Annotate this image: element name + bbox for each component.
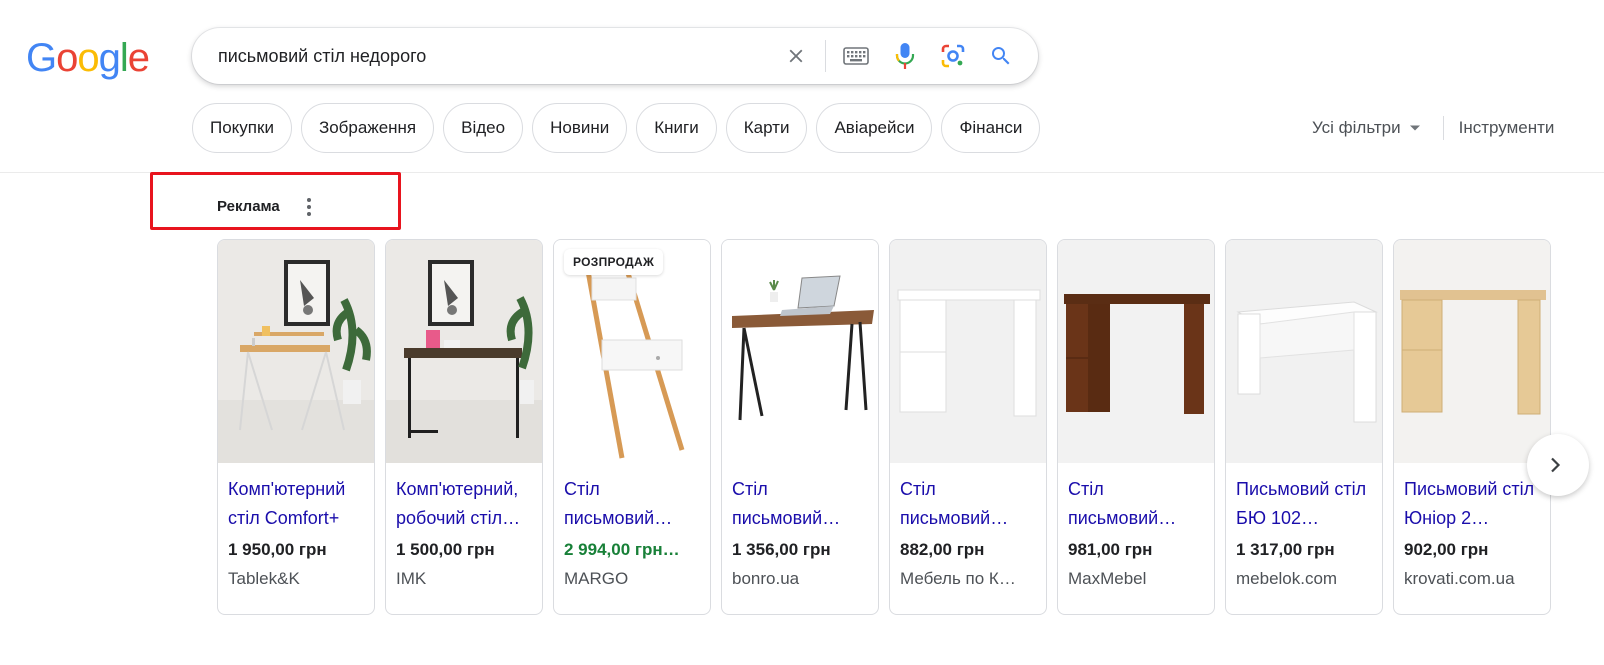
chip-books[interactable]: Книги: [636, 103, 717, 153]
clear-icon[interactable]: [780, 40, 812, 72]
more-vert-icon[interactable]: [301, 197, 317, 217]
walnut-desk-photo[interactable]: [1058, 240, 1214, 463]
product-store: bonro.ua: [732, 569, 800, 588]
white-simple-desk-photo[interactable]: [1226, 240, 1382, 463]
tools-divider: [1442, 116, 1444, 140]
chip-maps[interactable]: Карти: [725, 103, 808, 153]
product-card[interactable]: Письмовий стіл Юніор 2… 902,00 грн krova…: [1393, 239, 1551, 615]
chip-images[interactable]: Зображення: [300, 103, 435, 153]
product-store: IMK: [396, 569, 427, 588]
search-tools: Усі фільтри Інструменти: [1312, 103, 1554, 153]
carousel-next-button[interactable]: [1527, 434, 1589, 496]
desk-comfort-photo[interactable]: [218, 240, 374, 463]
product-title[interactable]: Стіл письмовий…: [732, 475, 868, 533]
product-price: 902,00 грн: [1404, 540, 1489, 559]
search-input[interactable]: письмовий стіл недорого: [218, 28, 426, 84]
product-store: Мебель по К…: [900, 569, 1016, 588]
filter-chips: Покупки Зображення Відео Новини Книги Ка…: [192, 103, 1041, 153]
product-store: krovati.com.ua: [1404, 569, 1515, 588]
logo-letter: l: [119, 36, 129, 80]
chip-finance[interactable]: Фінанси: [941, 103, 1041, 153]
product-price: 1 950,00 грн: [228, 540, 327, 559]
product-price: 1 500,00 грн: [396, 540, 495, 559]
search-icon[interactable]: [985, 40, 1017, 72]
product-title[interactable]: Письмовий стіл БЮ 102…: [1236, 475, 1372, 533]
tools-button[interactable]: Інструменти: [1459, 118, 1555, 138]
shopping-ads-carousel: Комп'ютерний стіл Comfort+ 1 950,00 грн …: [217, 239, 1551, 615]
product-title[interactable]: Стіл письмовий…: [564, 475, 700, 533]
keyboard-icon[interactable]: [840, 40, 872, 72]
laptop-desk-photo[interactable]: [722, 240, 878, 463]
chip-flights[interactable]: Авіарейси: [816, 103, 933, 153]
product-store: Tablek&K: [228, 569, 300, 588]
ad-label: Реклама: [217, 198, 280, 215]
microphone-icon[interactable]: [889, 40, 921, 72]
oak-desk-photo[interactable]: [1394, 240, 1550, 463]
logo-letter: e: [127, 36, 150, 80]
chip-shopping[interactable]: Покупки: [192, 103, 292, 153]
search-box[interactable]: письмовий стіл недорого: [192, 28, 1038, 84]
product-card[interactable]: Комп'ютерний, робочий стіл… 1 500,00 грн…: [385, 239, 543, 615]
logo-letter: g: [98, 36, 121, 80]
google-logo[interactable]: Google: [26, 36, 150, 80]
chip-news[interactable]: Новини: [532, 103, 628, 153]
all-filters-label: Усі фільтри: [1312, 118, 1401, 137]
white-desk-photo[interactable]: [890, 240, 1046, 463]
product-store: MARGO: [564, 569, 629, 588]
chip-videos[interactable]: Відео: [443, 103, 524, 153]
search-divider: [825, 40, 826, 72]
product-card[interactable]: Стіл письмовий… 1 356,00 грн bonro.ua: [721, 239, 879, 615]
product-title[interactable]: Письмовий стіл Юніор 2…: [1404, 475, 1540, 533]
product-price: 1 356,00 грн: [732, 540, 831, 559]
product-price: 2 994,00 грн…: [564, 540, 680, 559]
lens-icon[interactable]: [937, 40, 969, 72]
logo-letter: G: [26, 36, 57, 80]
desk-loft-photo[interactable]: [386, 240, 542, 463]
search-results-page: Google письмовий стіл недорого Покупки З…: [0, 0, 1604, 665]
product-price: 1 317,00 грн: [1236, 540, 1335, 559]
ladder-desk-photo[interactable]: РОЗПРОДАЖ: [554, 240, 710, 463]
product-price: 981,00 грн: [1068, 540, 1153, 559]
caret-down-icon: [1409, 125, 1420, 131]
product-title[interactable]: Комп'ютерний стіл Comfort+: [228, 475, 364, 533]
product-title[interactable]: Стіл письмовий…: [900, 475, 1036, 533]
product-store: mebelok.com: [1236, 569, 1338, 588]
product-card[interactable]: Стіл письмовий… 882,00 грн Мебель по К…: [889, 239, 1047, 615]
product-price: 882,00 грн: [900, 540, 985, 559]
product-store: MaxMebel: [1068, 569, 1147, 588]
chevron-right-icon: [1551, 457, 1561, 473]
product-card[interactable]: Комп'ютерний стіл Comfort+ 1 950,00 грн …: [217, 239, 375, 615]
sale-badge: РОЗПРОДАЖ: [564, 249, 664, 275]
logo-letter: o: [56, 36, 78, 80]
product-card[interactable]: РОЗПРОДАЖ Стіл письмовий… 2 994,00 грн… …: [553, 239, 711, 615]
product-card[interactable]: Стіл письмовий… 981,00 грн MaxMebel: [1057, 239, 1215, 615]
product-title[interactable]: Комп'ютерний, робочий стіл…: [396, 475, 532, 533]
product-card[interactable]: Письмовий стіл БЮ 102… 1 317,00 грн mebe…: [1225, 239, 1383, 615]
product-title[interactable]: Стіл письмовий…: [1068, 475, 1204, 533]
all-filters-button[interactable]: Усі фільтри: [1312, 118, 1421, 138]
logo-letter: o: [77, 36, 99, 80]
